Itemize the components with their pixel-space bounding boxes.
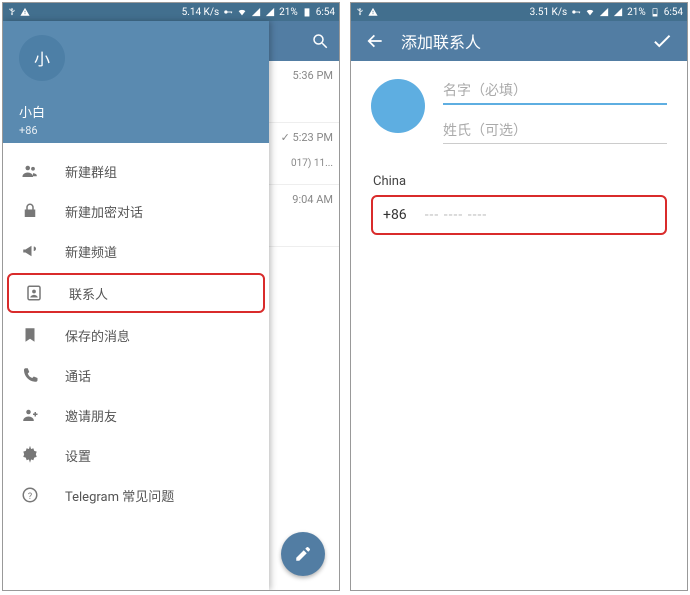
avatar[interactable]: 小	[19, 35, 65, 81]
chat-row[interactable]: ✓ 5:23 PM 017) 11...	[269, 123, 339, 185]
nav-drawer: 小 小白 +86 新建群组 新建加密对话 新建频道	[3, 21, 269, 590]
phone-input-row[interactable]: +86 --- ---- ----	[371, 195, 667, 235]
chat-row[interactable]: 5:36 PM	[269, 61, 339, 123]
chat-time: 9:04 AM	[269, 193, 333, 206]
avatar-initial: 小	[34, 46, 50, 70]
drawer-item-faq[interactable]: ? Telegram 常见问题	[3, 475, 269, 515]
page-title: 添加联系人	[401, 29, 481, 53]
new-message-fab[interactable]	[281, 532, 325, 576]
chat-row[interactable]: 9:04 AM	[269, 185, 339, 247]
drawer-item-label: 新建加密对话	[65, 202, 143, 221]
first-name-field[interactable]	[443, 79, 667, 105]
clock-time: 6:54	[316, 7, 335, 18]
warning-icon	[20, 7, 30, 17]
help-icon: ?	[21, 486, 39, 504]
signal-icon	[613, 7, 623, 17]
phone-left: 5.14 K/s 21% 6:54 5:36 PM ✓ 5:23 PM 017)…	[2, 2, 340, 591]
chat-time: ✓ 5:23 PM	[269, 131, 333, 144]
header-bar: 添加联系人	[351, 21, 687, 61]
drawer-item-label: 邀请朋友	[65, 406, 117, 425]
key-icon	[571, 7, 581, 17]
contact-icon	[25, 284, 43, 302]
header-bar	[269, 21, 339, 61]
signal-icon	[599, 7, 609, 17]
drawer-item-contacts[interactable]: 联系人	[7, 273, 265, 313]
phone-number-field[interactable]: --- ---- ----	[425, 207, 488, 223]
drawer-item-invite[interactable]: 邀请朋友	[3, 395, 269, 435]
main-area: 5:36 PM ✓ 5:23 PM 017) 11... 9:04 AM 小 小…	[3, 21, 339, 590]
drawer-item-label: Telegram 常见问题	[65, 486, 174, 505]
usb-icon	[7, 7, 17, 17]
drawer-item-label: 通话	[65, 366, 91, 385]
warning-icon	[368, 7, 378, 17]
clock-time: 6:54	[664, 7, 683, 18]
status-bar: 5.14 K/s 21% 6:54	[3, 3, 339, 21]
battery-icon	[650, 7, 660, 17]
check-icon[interactable]	[651, 30, 673, 52]
bookmark-icon	[21, 326, 39, 344]
add-contact-form: China +86 --- ---- ----	[351, 61, 687, 253]
chat-meta: 017) 11...	[269, 158, 333, 169]
status-bar: 3.51 K/s 21% 6:54	[351, 3, 687, 21]
gear-icon	[21, 446, 39, 464]
wifi-icon	[237, 7, 247, 17]
country-code[interactable]: +86	[383, 207, 407, 223]
usb-icon	[355, 7, 365, 17]
drawer-item-calls[interactable]: 通话	[3, 355, 269, 395]
drawer-header: 小 小白 +86	[3, 21, 269, 143]
key-icon	[223, 7, 233, 17]
search-icon[interactable]	[311, 32, 329, 50]
drawer-item-label: 保存的消息	[65, 326, 130, 345]
drawer-username: 小白	[19, 102, 45, 121]
svg-text:?: ?	[28, 492, 32, 502]
pencil-icon	[294, 545, 312, 563]
drawer-item-label: 联系人	[69, 284, 108, 303]
phone-icon	[21, 366, 39, 384]
net-speed: 3.51 K/s	[530, 7, 568, 18]
drawer-list: 新建群组 新建加密对话 新建频道 联系人 保存的消息	[3, 143, 269, 523]
drawer-item-label: 新建群组	[65, 162, 117, 181]
megaphone-icon	[21, 242, 39, 260]
signal-icon	[265, 7, 275, 17]
drawer-item-label: 设置	[65, 446, 91, 465]
chat-list-peek: 5:36 PM ✓ 5:23 PM 017) 11... 9:04 AM	[269, 21, 339, 590]
drawer-item-secret-chat[interactable]: 新建加密对话	[3, 191, 269, 231]
drawer-item-settings[interactable]: 设置	[3, 435, 269, 475]
drawer-item-new-group[interactable]: 新建群组	[3, 151, 269, 191]
country-label[interactable]: China	[371, 174, 667, 189]
drawer-item-saved[interactable]: 保存的消息	[3, 315, 269, 355]
group-icon	[21, 162, 39, 180]
signal-icon	[251, 7, 261, 17]
wifi-icon	[585, 7, 595, 17]
net-speed: 5.14 K/s	[182, 7, 220, 18]
drawer-phone: +86	[19, 124, 38, 137]
battery-percent: 21%	[627, 7, 646, 18]
drawer-item-label: 新建频道	[65, 242, 117, 261]
phone-right: 3.51 K/s 21% 6:54 添加联系人 China +86 --- --…	[350, 2, 688, 591]
drawer-item-new-channel[interactable]: 新建频道	[3, 231, 269, 271]
avatar-placeholder[interactable]	[371, 79, 425, 133]
battery-percent: 21%	[279, 7, 298, 18]
battery-icon	[302, 7, 312, 17]
last-name-field[interactable]	[443, 119, 667, 144]
back-icon[interactable]	[365, 31, 385, 51]
chat-time: 5:36 PM	[269, 69, 333, 82]
invite-icon	[21, 406, 39, 424]
lock-icon	[21, 202, 39, 220]
